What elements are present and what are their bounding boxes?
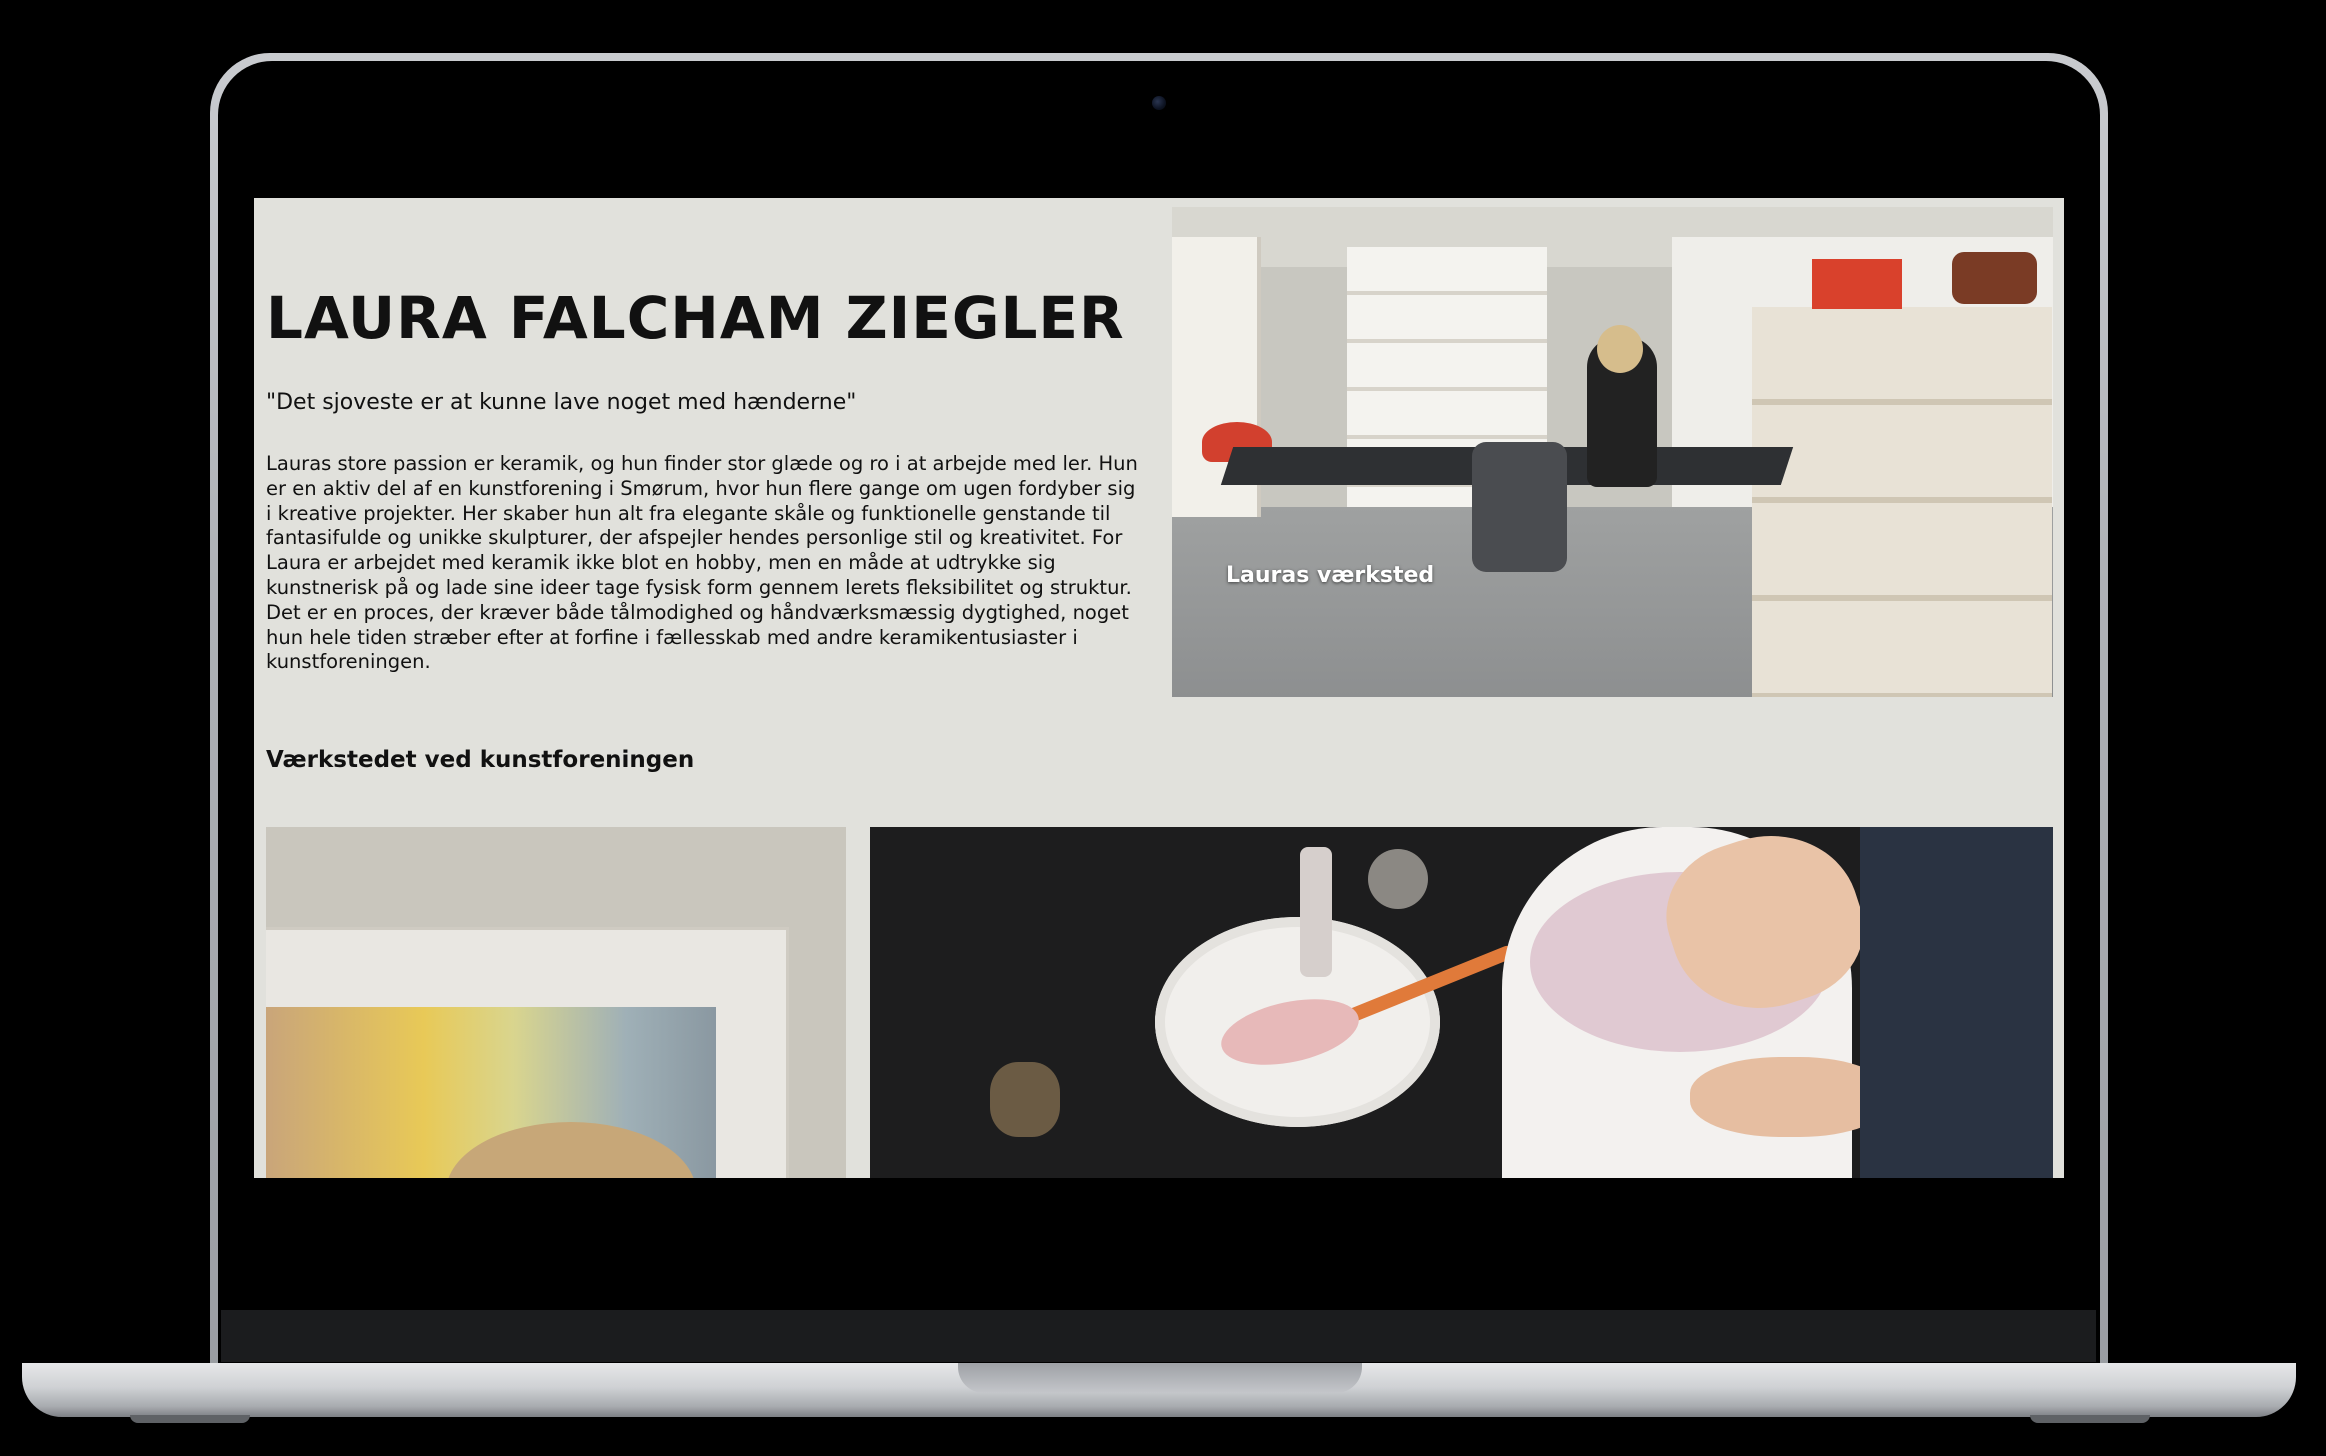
portrait-photo[interactable] [266,827,846,1178]
laptop-opening-notch [958,1363,1362,1393]
section-heading: Værkstedet ved kunstforeningen [266,747,695,773]
laptop-hinge [221,1310,2096,1362]
photo-sleeve [1860,827,2053,1178]
page-title: LAURA FALCHAM ZIEGLER [266,284,1125,352]
photo-bag [1952,252,2037,304]
laptop-foot [130,1415,250,1423]
website-page: LAURA FALCHAM ZIEGLER "Det sjoveste er a… [254,198,2064,1178]
photo-box [1812,259,1902,309]
pottery-photo[interactable] [870,827,2053,1178]
photo-tube [1300,847,1332,977]
photo-caption: Lauras værksted [1226,563,1435,588]
photo-chair [1472,442,1567,572]
webcam-icon [1152,96,1166,110]
photo-person-head [1597,325,1643,373]
photo-stamp [1368,849,1428,909]
photo-shelf [1752,307,2052,697]
photo-figurine [990,1062,1060,1137]
quote: "Det sjoveste er at kunne lave noget med… [266,390,857,415]
bio-text: Lauras store passion er keramik, og hun … [266,452,1138,674]
laptop-foot [2030,1415,2150,1423]
workshop-photo[interactable]: Lauras værksted [1172,207,2053,697]
